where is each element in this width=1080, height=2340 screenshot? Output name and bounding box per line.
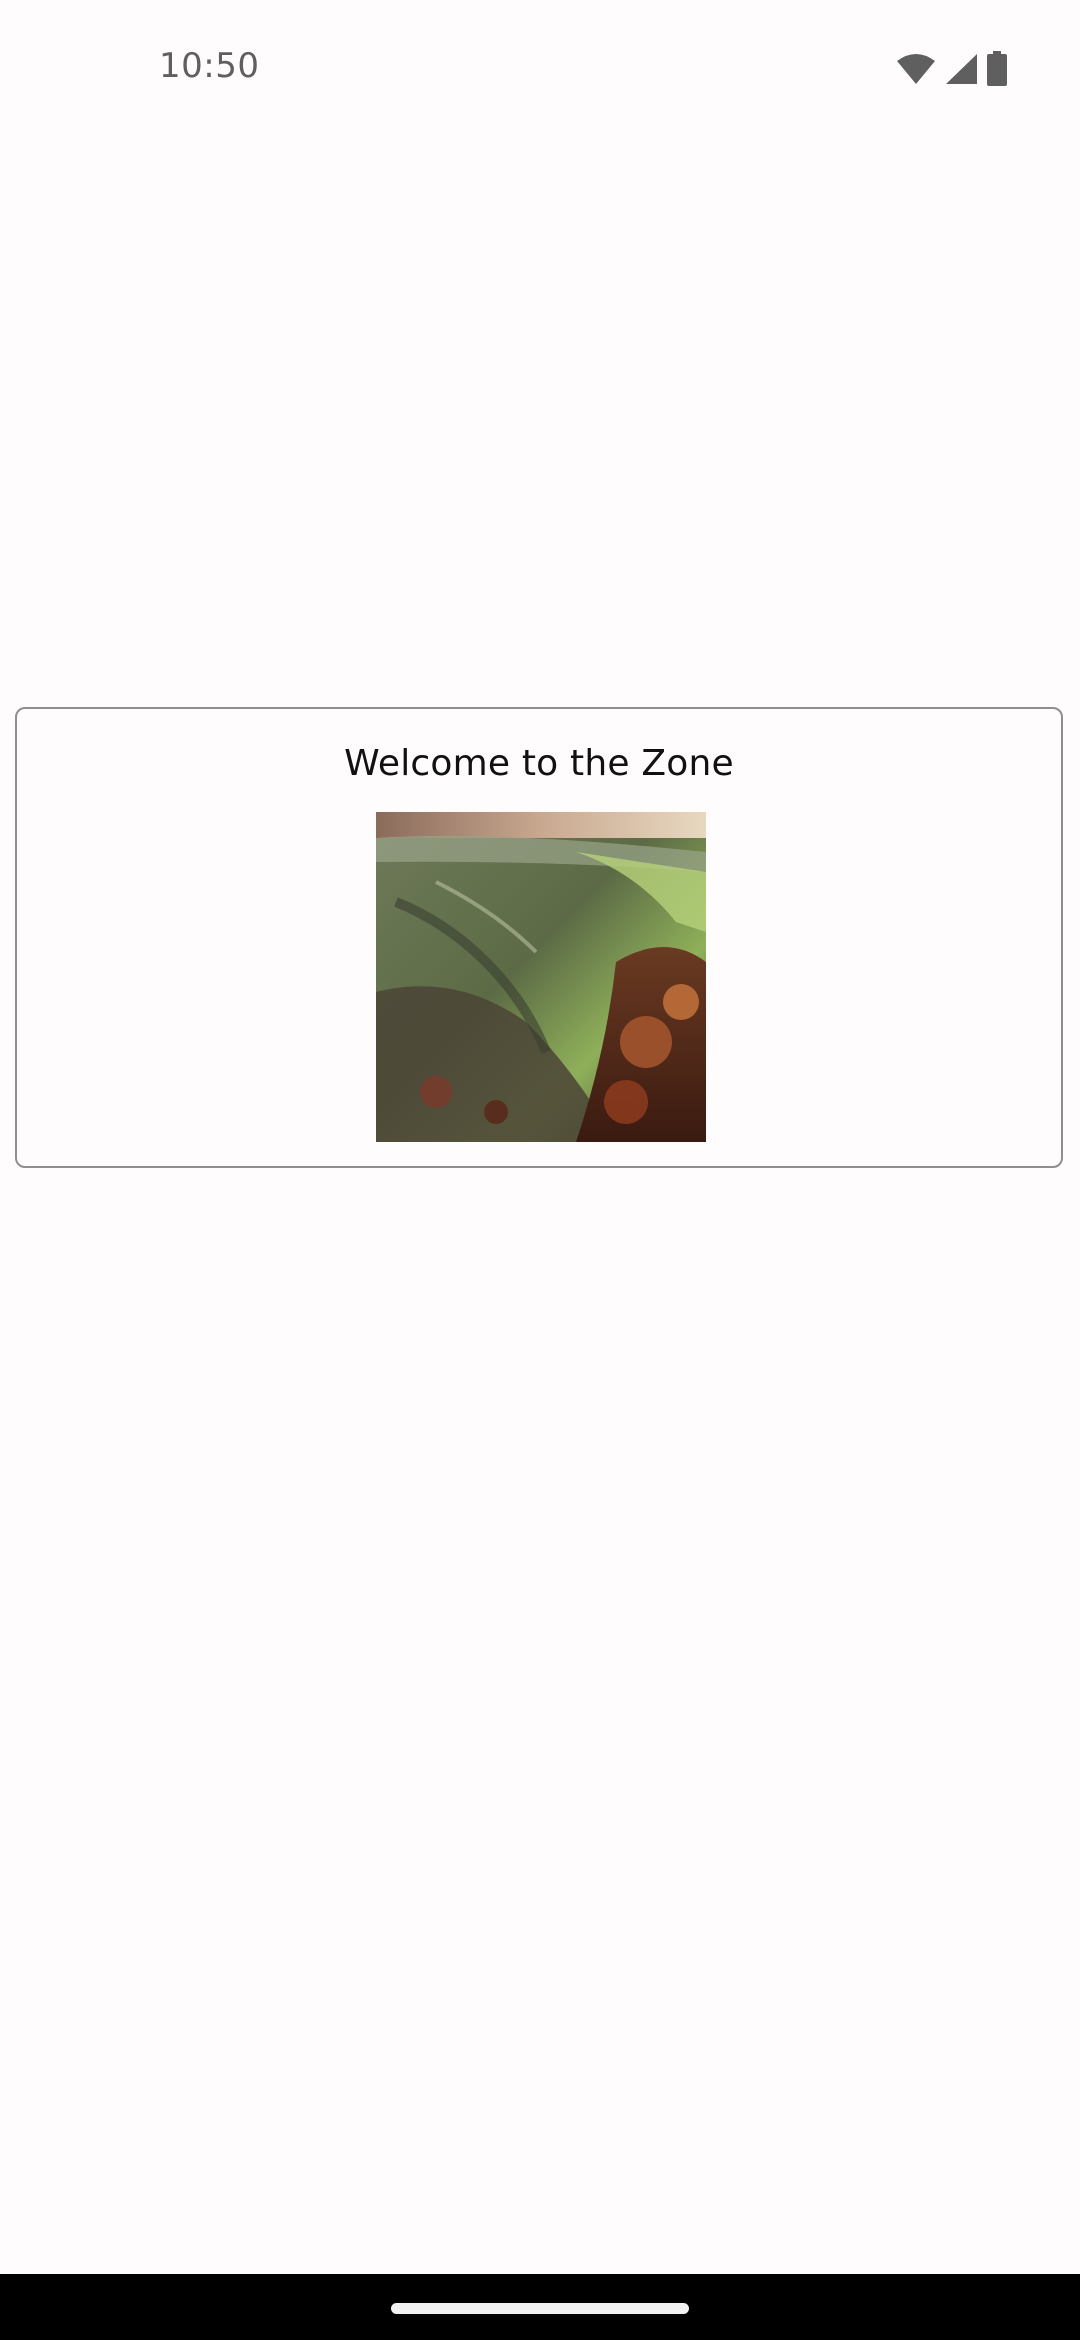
status-icons xyxy=(896,51,1008,91)
navigation-bar xyxy=(0,2274,1080,2340)
welcome-card: Welcome to the Zone xyxy=(15,707,1063,1168)
wifi-icon xyxy=(896,53,936,89)
card-title: Welcome to the Zone xyxy=(344,743,734,784)
battery-icon xyxy=(986,51,1008,91)
card-image xyxy=(376,812,706,1142)
cellular-signal-icon xyxy=(944,53,978,89)
home-gesture-handle[interactable] xyxy=(391,2303,689,2314)
status-time: 10:50 xyxy=(159,46,260,86)
status-bar: 10:50 xyxy=(0,0,1080,140)
